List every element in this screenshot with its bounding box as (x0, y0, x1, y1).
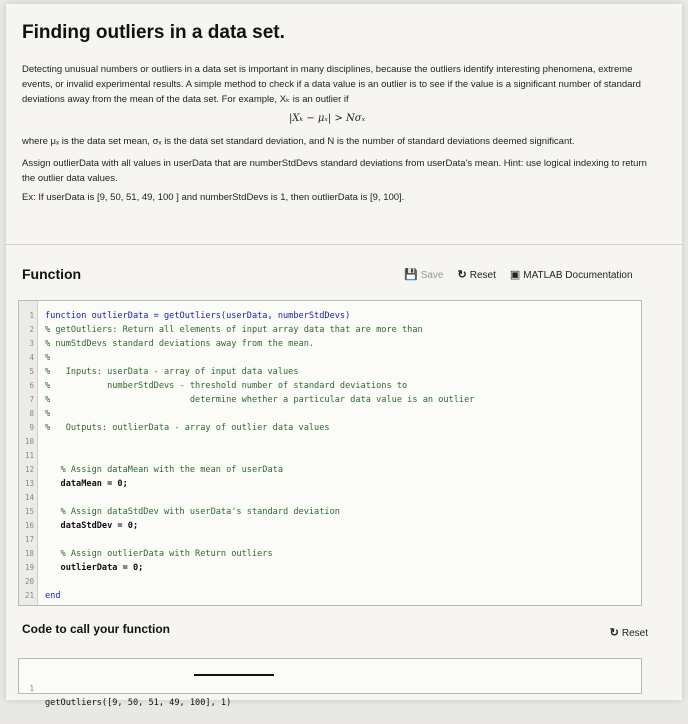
line-number: 7 (29, 395, 34, 404)
line-number: 5 (29, 367, 34, 376)
code-line: 8% (19, 407, 641, 421)
code-text: % (45, 353, 51, 363)
save-button[interactable]: 💾 Save (404, 269, 444, 282)
assign-paragraph: Assign outlierData with all values in us… (22, 158, 647, 184)
matlab-docs-link[interactable]: ▣ MATLAB Documentation (509, 269, 633, 282)
code-line: 5 % Inputs: userData - array of input dat… (19, 365, 641, 379)
line-number: 8 (29, 409, 34, 418)
reset-icon: ↻ (457, 269, 467, 281)
code-line: 16 dataStdDev = 0; (19, 519, 641, 533)
code-line: 20 (19, 575, 641, 589)
code-text: % Inputs: userData - array of input data… (45, 367, 299, 377)
line-number: 2 (29, 325, 34, 334)
code-line: 9 % Outputs: outlierData - array of outli… (19, 421, 641, 435)
save-icon: 💾 (404, 269, 418, 281)
text-cursor-underline (194, 674, 274, 676)
code-text: function outlierData = getOutliers(userD… (45, 311, 351, 321)
code-line: 18 % Assign outlierData with Return outl… (19, 547, 641, 561)
line-number: 20 (24, 577, 34, 586)
line-number: 1 (29, 311, 34, 320)
line-number: 10 (24, 437, 34, 446)
line-number: 11 (24, 451, 34, 460)
function-toolbar: 💾 Save ↻ Reset ▣ MATLAB Documentation (404, 269, 633, 282)
page-title: Finding outliers in a data set. (22, 22, 285, 43)
code-line: 15 % Assign dataStdDev with userData's s… (19, 505, 641, 519)
code-line: 4% (19, 351, 641, 365)
save-label: Save (420, 270, 444, 281)
call-code-text: getOutliers([9, 50, 51, 49, 100], 1) (45, 698, 232, 708)
where-paragraph: where μₓ is the data set mean, σₓ is the… (22, 136, 575, 147)
code-text: % Assign outlierData with Return outlier… (45, 549, 273, 559)
function-section-title: Function (22, 266, 82, 282)
example-paragraph: Ex: If userData is [9, 50, 51, 49, 100 ]… (22, 192, 405, 203)
book-icon: ▣ (509, 269, 521, 281)
code-text: % numberStdDevs - threshold number of st… (45, 381, 408, 391)
line-number: 17 (24, 535, 34, 544)
code-line: 19 outlierData = 0; (19, 561, 641, 575)
code-text: % determine whether a particular data va… (45, 395, 475, 405)
code-line: 12 % Assign dataMean with the mean of us… (19, 463, 641, 477)
call-section-title: Code to call your function (22, 622, 171, 636)
code-line: 1 function outlierData = getOutliers(user… (19, 309, 641, 323)
call-code-line: 1 getOutliers([9, 50, 51, 49, 100], 1) (19, 668, 641, 708)
code-text: % Outputs: outlierData - array of outlie… (45, 423, 330, 433)
code-line: 21 end (19, 589, 641, 603)
code-line: 2 % getOutliers: Return all elements of i… (19, 323, 641, 337)
code-line: 11 (19, 449, 641, 463)
call-code-editor[interactable]: 1 getOutliers([9, 50, 51, 49, 100], 1) (18, 658, 642, 708)
line-number: 16 (24, 521, 34, 530)
divider (6, 244, 682, 245)
code-text: % Assign dataMean with the mean of userD… (45, 465, 283, 475)
outlier-formula: |Xₖ − μₓ| > Nσₓ (289, 113, 366, 124)
page: Finding outliers in a data set. Detectin… (6, 4, 682, 708)
code-line: 13 dataMean = 0; (19, 477, 641, 491)
line-number: 4 (29, 353, 34, 362)
intro-paragraph: Detecting unusual numbers or outliers in… (22, 64, 641, 105)
line-number: 18 (24, 549, 34, 558)
code-text: % Assign dataStdDev with userData's stan… (45, 507, 340, 517)
call-reset-button[interactable]: ↻ Reset (609, 627, 648, 640)
code-line: 17 (19, 533, 641, 547)
line-number: 1 (29, 684, 34, 693)
docs-label: MATLAB Documentation (523, 270, 633, 281)
code-text: % numStdDevs standard deviations away fr… (45, 339, 315, 349)
line-number: 21 (24, 591, 34, 600)
code-editor[interactable]: 1 function outlierData = getOutliers(user… (18, 300, 642, 606)
code-text: % getOutliers: Return all elements of in… (45, 325, 423, 335)
line-number: 3 (29, 339, 34, 348)
code-line: 14 (19, 491, 641, 505)
line-number: 14 (24, 493, 34, 502)
code-line: 6 % numberStdDevs - threshold number of s… (19, 379, 641, 393)
line-number: 13 (24, 479, 34, 488)
line-number: 19 (24, 563, 34, 572)
line-number: 9 (29, 423, 34, 432)
code-line: 3 % numStdDevs standard deviations away f… (19, 337, 641, 351)
call-reset-label: Reset (621, 628, 648, 639)
code-text: end (45, 591, 61, 601)
line-number: 6 (29, 381, 34, 390)
code-text: % (45, 409, 51, 419)
code-text: dataMean = 0; (45, 479, 128, 489)
line-number: 12 (24, 465, 34, 474)
reset-icon: ↻ (609, 627, 619, 639)
code-line: 10 (19, 435, 641, 449)
code-line: 7 % determine whether a particular data v… (19, 393, 641, 407)
code-text: dataStdDev = 0; (45, 521, 139, 531)
reset-button[interactable]: ↻ Reset (457, 269, 496, 282)
reset-label: Reset (469, 270, 496, 281)
code-text: outlierData = 0; (45, 563, 144, 573)
line-number: 15 (24, 507, 34, 516)
